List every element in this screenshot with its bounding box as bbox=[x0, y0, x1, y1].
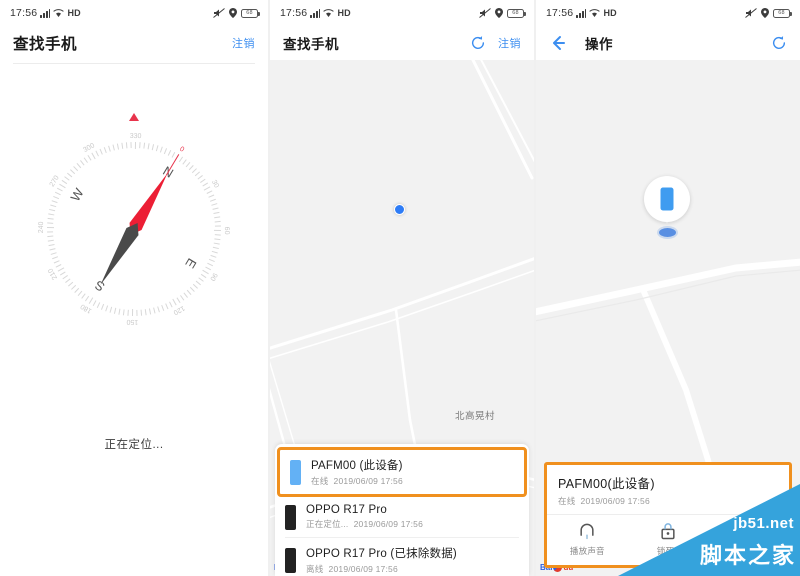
device-name: PAFM00 (此设备) bbox=[311, 460, 403, 472]
mute-icon bbox=[745, 8, 757, 18]
location-pin-icon bbox=[761, 8, 769, 18]
network-label: HD bbox=[67, 8, 81, 18]
panel-device-list: 17:56 HD 68 查找手机 注销 北高晃村 PAFM00 (此设备) 在线… bbox=[268, 0, 534, 576]
network-label: HD bbox=[337, 8, 351, 18]
status-bar-1: 17:56 HD 68 bbox=[0, 0, 268, 26]
device-action-row: 播放声音 锁死7 bbox=[547, 515, 789, 565]
device-card-header: PAFM00(此设备) 在线 2019/06/09 17:56 bbox=[547, 465, 789, 514]
phone-icon-dark bbox=[285, 504, 296, 530]
device-meta: 在线 2019/06/09 17:56 bbox=[558, 495, 778, 507]
action-label: 播放声音 bbox=[569, 546, 605, 556]
panel-device-actions: 17:56 HD 68 操作 PAFM00(此设备) 在线 2019/06/09… bbox=[534, 0, 800, 576]
status-bar-left-3: 17:56 HD bbox=[546, 7, 617, 19]
pin-ground-shadow bbox=[659, 228, 676, 237]
location-pin-icon bbox=[229, 8, 237, 18]
appbar-1: 查找手机 注销 bbox=[0, 26, 268, 60]
battery-icon: 68 bbox=[507, 8, 526, 18]
device-timestamp: 2019/06/09 17:56 bbox=[333, 476, 403, 486]
screenshot-root: 17:56 HD 68 查找手机 注销 0 30 60 90 120 150 1… bbox=[0, 0, 800, 576]
erase-icon bbox=[740, 525, 757, 538]
device-text-block: OPPO R17 Pro (已抹除数据) 离线 2019/06/09 17:56 bbox=[306, 545, 457, 575]
logout-button[interactable]: 注销 bbox=[232, 35, 255, 51]
status-bar-left-2: 17:56 HD bbox=[280, 7, 351, 19]
refresh-icon[interactable] bbox=[771, 35, 787, 51]
refresh-icon[interactable] bbox=[470, 35, 486, 51]
phone-icon-dark bbox=[285, 547, 296, 573]
status-bar-right-2: 68 bbox=[479, 8, 526, 18]
status-bar-2: 17:56 HD 68 bbox=[270, 0, 534, 26]
device-status: 正在定位... bbox=[306, 519, 349, 529]
page-title: 查找手机 bbox=[13, 36, 78, 53]
compass-needle bbox=[31, 126, 237, 332]
device-list-item-selected[interactable]: PAFM00 (此设备) 在线 2019/06/09 17:56 bbox=[277, 447, 527, 497]
signal-bars-icon bbox=[310, 8, 321, 18]
wifi-icon bbox=[53, 8, 65, 17]
status-bar-right: 68 bbox=[213, 8, 260, 18]
appbar-3: 操作 bbox=[536, 26, 800, 60]
device-status: 在线 bbox=[311, 476, 329, 486]
phone-icon-blue bbox=[290, 459, 301, 485]
device-name: OPPO R17 Pro bbox=[306, 504, 388, 516]
compass-dial-container: 0 30 60 90 120 150 180 210 240 270 300 3… bbox=[31, 113, 237, 332]
device-meta: 离线 2019/06/09 17:56 bbox=[306, 563, 457, 575]
network-label: HD bbox=[603, 8, 617, 18]
appbar-2: 查找手机 注销 bbox=[270, 26, 534, 60]
wifi-icon bbox=[323, 8, 335, 17]
device-list-item[interactable]: OPPO R17 Pro 正在定位... 2019/06/09 17:56 bbox=[275, 497, 529, 537]
mute-icon bbox=[213, 8, 225, 18]
phone-map-pin-icon[interactable] bbox=[644, 176, 690, 224]
device-status: 在线 bbox=[558, 496, 576, 506]
mute-icon bbox=[479, 8, 491, 18]
device-list-item[interactable]: OPPO R17 Pro (已抹除数据) 离线 2019/06/09 17:56 bbox=[275, 538, 529, 576]
status-bar-right-3: 68 bbox=[745, 8, 792, 18]
device-name: PAFM00(此设备) bbox=[558, 477, 655, 491]
panel-compass: 17:56 HD 68 查找手机 注销 0 30 60 90 120 150 1… bbox=[0, 0, 268, 576]
device-status: 离线 bbox=[306, 564, 324, 574]
device-list-sheet: PAFM00 (此设备) 在线 2019/06/09 17:56 OPPO R1… bbox=[275, 444, 529, 576]
page-title: 查找手机 bbox=[283, 37, 339, 52]
status-time: 17:56 bbox=[280, 7, 308, 19]
device-meta: 在线 2019/06/09 17:56 bbox=[311, 475, 403, 487]
bell-icon bbox=[580, 523, 594, 540]
location-pin-icon bbox=[495, 8, 503, 18]
lock-device-button[interactable]: 锁死7 bbox=[628, 521, 709, 557]
status-bar-left: 17:56 HD bbox=[10, 7, 81, 19]
compass-widget: 0 30 60 90 120 150 180 210 240 270 300 3… bbox=[0, 64, 268, 394]
play-sound-button[interactable]: 播放声音 bbox=[547, 521, 628, 557]
erase-data-button[interactable] bbox=[708, 521, 789, 557]
action-label: 锁死7 bbox=[656, 546, 680, 556]
signal-bars-icon bbox=[576, 8, 587, 18]
current-location-dot bbox=[394, 204, 405, 215]
device-meta: 正在定位... 2019/06/09 17:56 bbox=[306, 518, 423, 530]
device-timestamp: 2019/06/09 17:56 bbox=[328, 564, 398, 574]
map-place-label: 北高晃村 bbox=[455, 411, 496, 422]
lock-icon bbox=[661, 523, 675, 540]
signal-bars-icon bbox=[40, 8, 51, 18]
locating-status-text: 正在定位... bbox=[104, 439, 164, 451]
pin-phone-glyph bbox=[660, 187, 674, 211]
device-timestamp: 2019/06/09 17:56 bbox=[580, 496, 650, 506]
wifi-icon bbox=[589, 8, 601, 17]
device-text-block: OPPO R17 Pro 正在定位... 2019/06/09 17:56 bbox=[306, 504, 423, 530]
status-time: 17:56 bbox=[10, 7, 38, 19]
logout-button[interactable]: 注销 bbox=[498, 35, 521, 51]
back-arrow-icon[interactable] bbox=[549, 34, 567, 52]
page-title: 操作 bbox=[585, 37, 613, 52]
device-timestamp: 2019/06/09 17:56 bbox=[353, 519, 423, 529]
status-time: 17:56 bbox=[546, 7, 574, 19]
device-action-card: PAFM00(此设备) 在线 2019/06/09 17:56 播放声音 锁死7 bbox=[544, 462, 792, 568]
status-bar-3: 17:56 HD 68 bbox=[536, 0, 800, 26]
device-name: OPPO R17 Pro (已抹除数据) bbox=[306, 548, 457, 560]
battery-icon: 68 bbox=[241, 8, 260, 18]
battery-icon: 68 bbox=[773, 8, 792, 18]
device-text-block: PAFM00 (此设备) 在线 2019/06/09 17:56 bbox=[311, 457, 403, 487]
